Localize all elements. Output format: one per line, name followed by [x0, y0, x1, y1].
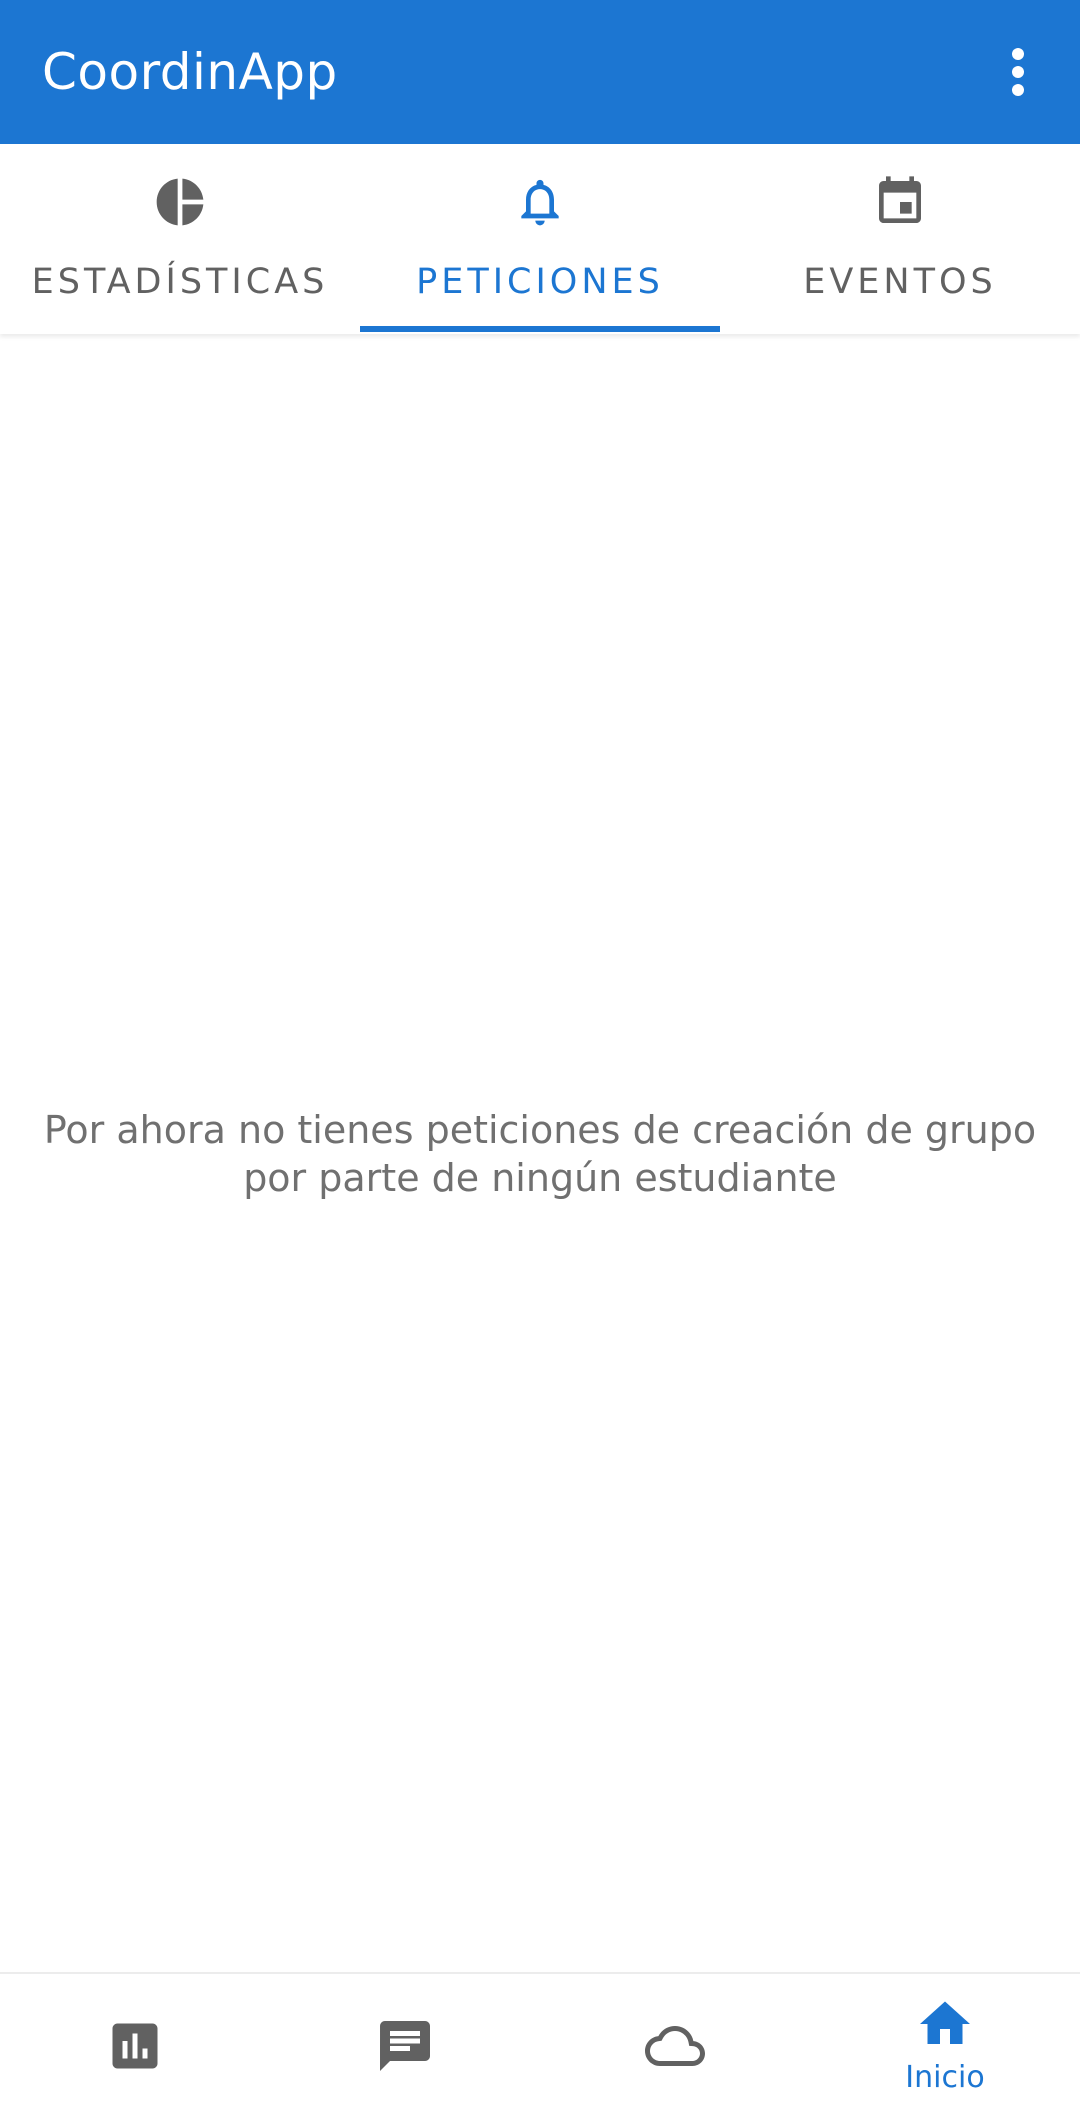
- bottom-navigation: Inicio: [0, 1972, 1080, 2121]
- active-tab-indicator: [360, 326, 720, 332]
- tab-eventos[interactable]: EVENTOS: [720, 144, 1080, 334]
- tab-estadisticas[interactable]: ESTADÍSTICAS: [0, 144, 360, 334]
- pie-chart-icon: [156, 178, 204, 226]
- calendar-icon: [879, 176, 921, 223]
- home-icon: [920, 2001, 970, 2044]
- nav-label-inicio: Inicio: [905, 2060, 985, 2095]
- tab-label: PETICIONES: [416, 262, 664, 302]
- nav-item-inicio[interactable]: Inicio: [810, 1974, 1080, 2121]
- empty-state-message: Por ahora no tienes peticiones de creaci…: [43, 1108, 1037, 1200]
- app-title: CoordinApp: [42, 43, 338, 101]
- cloud-icon: [645, 2026, 705, 2066]
- tab-label: EVENTOS: [803, 262, 997, 302]
- tab-peticiones[interactable]: PETICIONES: [360, 144, 720, 334]
- tab-bar: ESTADÍSTICAS PETICIONES EVENTOS: [0, 144, 1080, 334]
- more-vert-icon: [1012, 48, 1024, 96]
- tab-label: ESTADÍSTICAS: [31, 262, 329, 302]
- bar-chart-icon: [112, 2023, 158, 2069]
- chat-icon: [380, 2021, 430, 2071]
- nav-item-statistics[interactable]: [0, 1974, 270, 2121]
- requests-content: Por ahora no tienes peticiones de creaci…: [0, 334, 1080, 1972]
- app-bar: CoordinApp: [0, 0, 1080, 144]
- nav-item-cloud[interactable]: [540, 1974, 810, 2121]
- bell-icon: [521, 179, 559, 226]
- app-screen: CoordinApp ESTADÍSTICAS PETICIONES EVENT…: [0, 0, 1080, 2121]
- nav-item-chat[interactable]: [270, 1974, 540, 2121]
- overflow-menu-button[interactable]: [978, 32, 1058, 112]
